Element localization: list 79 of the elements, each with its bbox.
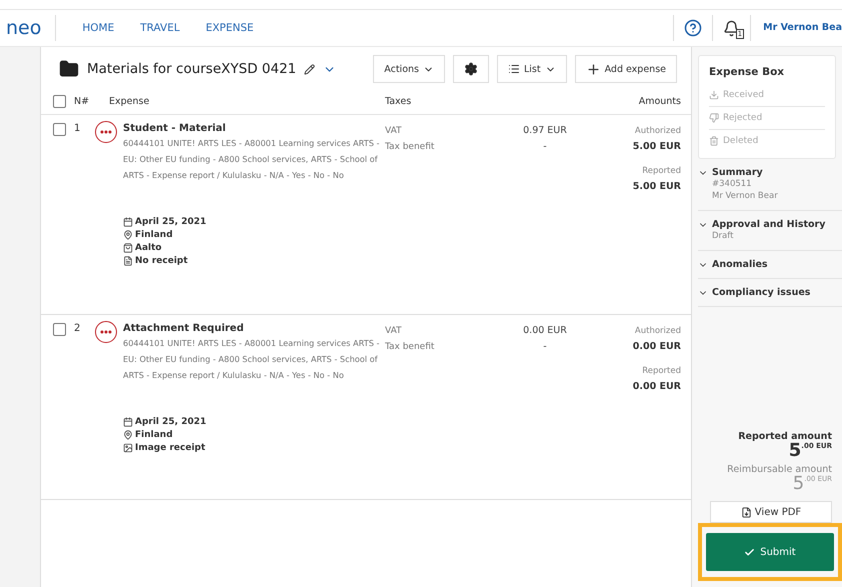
pdf-file-icon bbox=[740, 506, 752, 518]
column-header: N# bbox=[74, 96, 90, 107]
amount-label: Authorized bbox=[634, 125, 681, 138]
section-title[interactable]: Anomalies bbox=[712, 259, 768, 270]
amount-value: 5.00 EUR bbox=[632, 180, 681, 194]
section-title[interactable]: Approval and History bbox=[712, 219, 826, 230]
row-number: 2 bbox=[74, 323, 80, 334]
more-options-button[interactable] bbox=[95, 121, 117, 143]
nav-link[interactable]: EXPENSE bbox=[206, 22, 254, 34]
expense-title: Student - Material bbox=[123, 123, 227, 134]
checkbox[interactable] bbox=[53, 95, 66, 108]
tax-type: VAT bbox=[385, 325, 403, 338]
amount-label: Reported amount bbox=[738, 431, 832, 442]
receipt-icon bbox=[123, 256, 133, 266]
submit-button[interactable]: Submit bbox=[706, 533, 834, 571]
folder-icon bbox=[59, 59, 79, 79]
expense-description: 60444101 UNITE! ARTS LES - A80001 Learning services ARTS - EU: Other EU funding - A800 School services, ARTS - School of ARTS - Expense report / Kululasku - N/A - Yes - No - No bbox=[123, 337, 380, 382]
nav-link[interactable]: HOME bbox=[82, 22, 114, 34]
calendar-icon bbox=[123, 417, 133, 427]
expense-detail: Finland bbox=[135, 230, 173, 240]
tax-amount: 0.97 EUR bbox=[523, 124, 567, 138]
tax-note: Tax benefit bbox=[385, 341, 436, 354]
nav-link[interactable]: TRAVEL bbox=[140, 22, 180, 34]
tax-amount: 0.00 EUR bbox=[523, 324, 567, 338]
expense-title: Attachment Required bbox=[123, 323, 245, 334]
section-detail: Mr Vernon Bear bbox=[711, 190, 779, 202]
help-icon[interactable] bbox=[684, 19, 702, 37]
add-expense-button[interactable]: Add expense bbox=[574, 55, 677, 83]
settings-button[interactable] bbox=[452, 55, 489, 83]
bag-icon bbox=[123, 243, 133, 253]
checkbox[interactable] bbox=[53, 123, 66, 136]
amount-label: Reported bbox=[642, 365, 681, 378]
pencil-icon[interactable] bbox=[304, 64, 316, 74]
section-title[interactable]: Compliancy issues bbox=[712, 287, 810, 298]
amount-label: Authorized bbox=[634, 325, 681, 338]
amount-value: 5.00 EUR bbox=[632, 140, 681, 154]
card-title: Expense Box bbox=[709, 66, 786, 78]
expense-detail: April 25, 2021 bbox=[135, 417, 206, 427]
dots-icon bbox=[100, 130, 112, 134]
checkbox[interactable] bbox=[53, 323, 66, 336]
plus-icon bbox=[586, 62, 601, 76]
tax-type: VAT bbox=[385, 125, 403, 138]
more-options-button[interactable] bbox=[95, 321, 117, 343]
calendar-icon bbox=[123, 217, 133, 227]
trash-icon bbox=[709, 136, 719, 146]
amount-label: Reported bbox=[642, 165, 681, 178]
map-pin-icon bbox=[123, 430, 133, 440]
thumbs-down-icon bbox=[709, 113, 719, 123]
column-header: Expense bbox=[108, 96, 150, 107]
column-header: Amounts bbox=[638, 96, 681, 107]
expense-description: 60444101 UNITE! ARTS LES - A80001 Learning services ARTS - EU: Other EU funding - A800 School services, ARTS - School of ARTS - Expense report / Kululasku - N/A - Yes - No - No bbox=[123, 137, 380, 182]
tax-note: Tax benefit bbox=[385, 141, 436, 154]
dots-icon bbox=[100, 330, 112, 334]
empty-value: - bbox=[542, 340, 548, 354]
view-pdf-button[interactable]: View PDF bbox=[710, 501, 832, 523]
expense-detail: April 25, 2021 bbox=[135, 217, 206, 227]
row-number: 1 bbox=[74, 123, 80, 134]
expense-detail: Aalto bbox=[135, 243, 162, 253]
amount-value: 0.00 EUR bbox=[632, 340, 681, 354]
amount-label: Reimbursable amount bbox=[727, 464, 832, 475]
amount-value: 0.00 EUR bbox=[632, 380, 681, 394]
column-header: Taxes bbox=[385, 96, 412, 107]
section-detail: #340511 bbox=[711, 178, 753, 190]
expense-detail: No receipt bbox=[135, 256, 188, 266]
section-detail: Draft bbox=[711, 230, 734, 242]
check-icon bbox=[744, 546, 756, 558]
expense-detail: Finland bbox=[135, 430, 173, 440]
list-view-button[interactable]: List bbox=[496, 55, 567, 83]
user-name[interactable]: Mr Vernon Bea bbox=[750, 15, 842, 41]
section-title[interactable]: Summary bbox=[712, 167, 763, 178]
report-title: Materials for courseXYSD 0421 bbox=[87, 61, 296, 77]
map-pin-icon bbox=[123, 230, 133, 240]
expense-detail: Image receipt bbox=[135, 443, 206, 453]
empty-value: - bbox=[542, 140, 548, 154]
image-icon bbox=[123, 443, 133, 453]
settings-icon bbox=[464, 62, 478, 76]
actions-button[interactable]: Actions bbox=[373, 55, 445, 83]
download-icon bbox=[709, 90, 719, 100]
logo[interactable]: neo bbox=[0, 15, 56, 41]
